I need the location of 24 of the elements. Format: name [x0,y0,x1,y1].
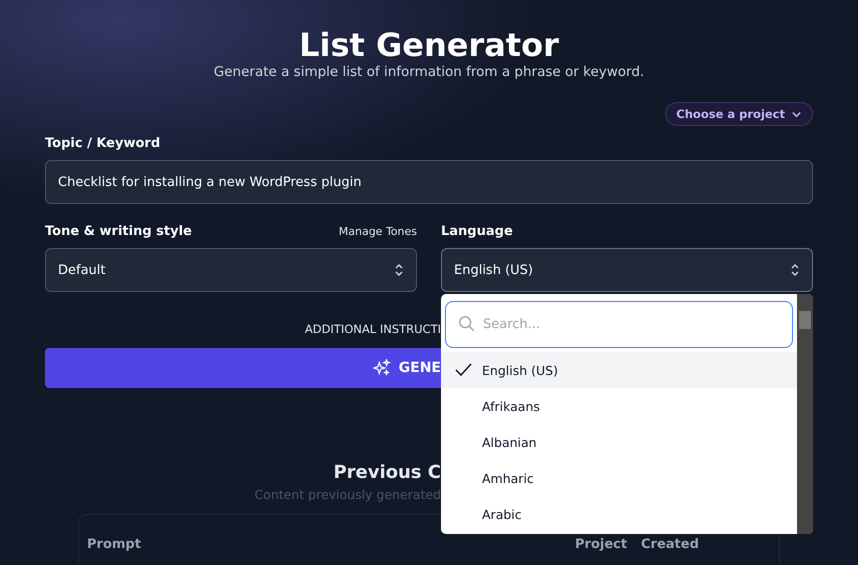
tone-select[interactable]: Default [45,248,417,292]
field-label: Language [441,224,514,239]
manage-tones-link[interactable]: Manage Tones [338,225,417,238]
section-title: Previous C [333,462,441,483]
field-label: Tone & writing style [45,224,192,239]
additional-instructions-toggle[interactable]: ADDITIONAL INSTRUCTI [304,322,441,336]
column-header: Prompt [87,537,142,552]
language-option[interactable]: English (US) [441,352,797,388]
section-subtitle: Content previously generated [254,487,441,502]
search-icon [458,315,476,333]
sparkles-icon [372,359,391,377]
project-dropdown[interactable]: Choose a project [665,102,813,126]
field-label: Topic / Keyword [45,136,162,151]
up-down-chevron-icon [790,262,800,278]
page-subtitle: Generate a simple list of information from a phrase or keyword. [212,64,646,80]
language-select[interactable]: English (US) [441,248,813,292]
column-header: Project [575,537,628,552]
search-field[interactable]: Search... [445,301,793,348]
page-title: List Generator [298,26,560,64]
topic-input[interactable]: Checklist for installing a new WordPress plugin [45,160,813,204]
scrollbar[interactable] [797,294,813,534]
column-header: Created [641,537,700,552]
check-icon [455,363,472,377]
up-down-chevron-icon [394,262,404,278]
